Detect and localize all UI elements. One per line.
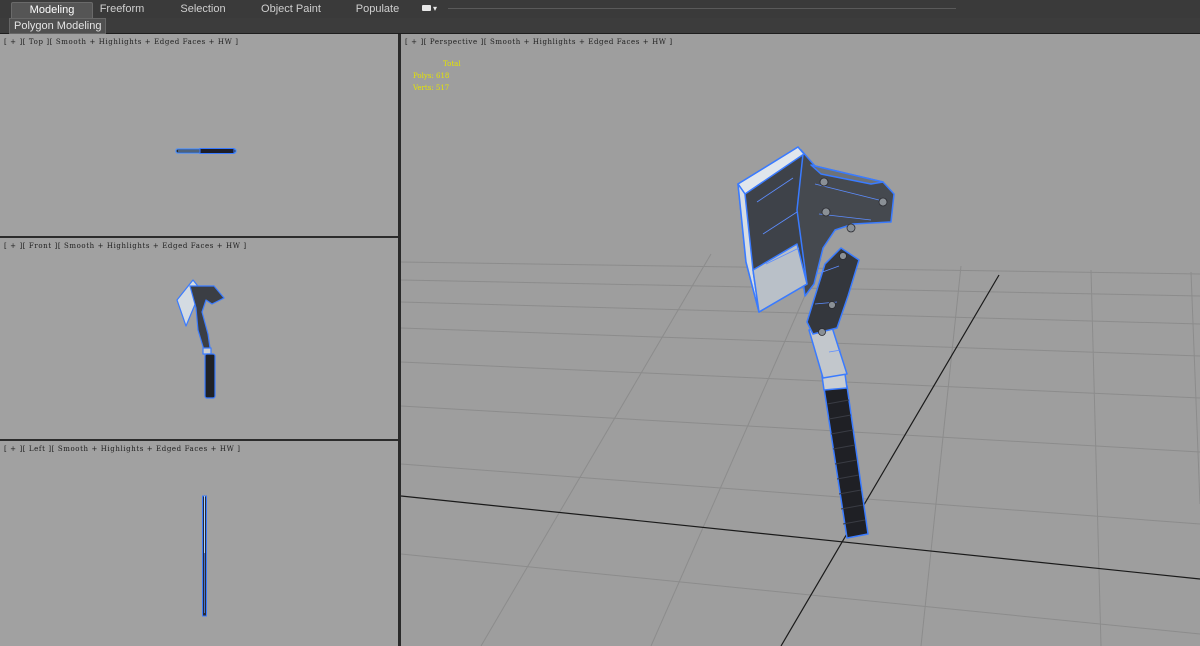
tab-object-paint[interactable]: Object Paint: [256, 2, 326, 17]
viewport-top[interactable]: [ + ][ Top ][ Smooth + Highlights + Edge…: [0, 34, 398, 236]
ribbon-separator: [448, 8, 956, 9]
axe-top-view: [175, 148, 237, 154]
camera-icon: [422, 5, 431, 11]
perspective-scene: [401, 146, 1200, 646]
ribbon-tab-bar: Modeling Freeform Selection Object Paint…: [0, 0, 1200, 19]
polygon-modeling-button[interactable]: Polygon Modeling: [9, 18, 107, 34]
ribbon-panel: Polygon Modeling: [0, 18, 1200, 34]
viewport-front[interactable]: [ + ][ Front ][ Smooth + Highlights + Ed…: [0, 238, 398, 439]
tab-modeling[interactable]: Modeling: [11, 2, 93, 18]
tab-populate[interactable]: Populate: [350, 2, 405, 17]
ribbon-options-button[interactable]: ▾: [420, 3, 442, 15]
viewport-perspective[interactable]: [ + ][ Perspective ][ Smooth + Highlight…: [401, 34, 1200, 646]
viewport-left[interactable]: [ + ][ Left ][ Smooth + Highlights + Edg…: [0, 441, 398, 646]
tab-selection[interactable]: Selection: [172, 2, 234, 17]
axe-front-view: [176, 279, 225, 399]
axe-left-view: [202, 495, 207, 617]
world-axes: [401, 274, 1200, 646]
tab-freeform[interactable]: Freeform: [92, 2, 152, 17]
home-grid: [401, 253, 1200, 646]
axe-model: [737, 146, 895, 539]
chevron-down-icon: ▾: [433, 4, 438, 13]
